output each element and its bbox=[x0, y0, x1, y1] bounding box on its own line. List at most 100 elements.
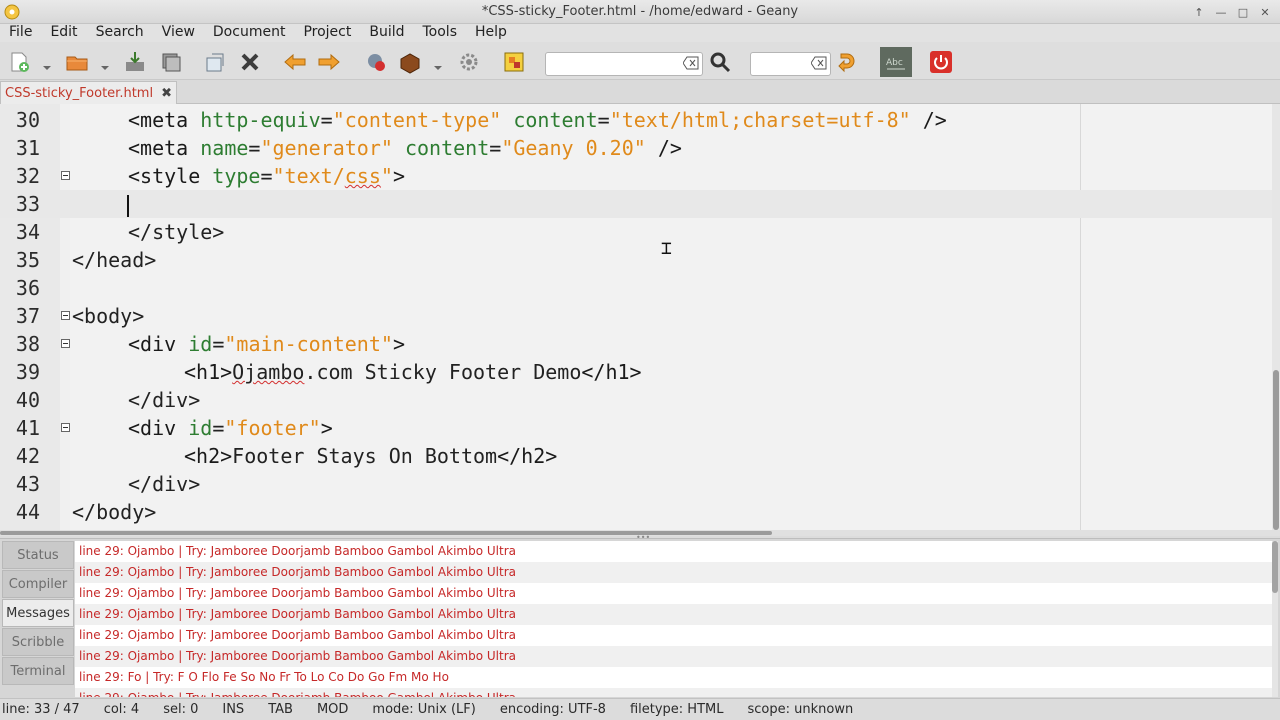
preferences-icon[interactable] bbox=[456, 49, 482, 75]
line-number: 38 bbox=[15, 332, 40, 356]
line-number: 30 bbox=[15, 108, 40, 132]
menu-edit[interactable]: Edit bbox=[41, 24, 86, 42]
line-number: 43 bbox=[15, 472, 40, 496]
list-item[interactable]: line 29: Ojambo | Try: Jamboree Doorjamb… bbox=[75, 541, 1273, 562]
status-line: line: 33 / 47 bbox=[2, 702, 80, 717]
tab-compiler[interactable]: Compiler bbox=[2, 570, 74, 598]
status-mod: MOD bbox=[316, 702, 349, 717]
messages-scroll-thumb[interactable] bbox=[1272, 541, 1278, 593]
code-line: 41 <div id="footer"> bbox=[0, 414, 1280, 442]
code-line: 31 <meta name="generator" content="Geany… bbox=[0, 134, 1280, 162]
editor-vertical-scrollbar[interactable] bbox=[1272, 104, 1280, 530]
document-tab-label[interactable]: CSS-sticky_Footer.html bbox=[5, 86, 153, 101]
editor-scroll-thumb[interactable] bbox=[1273, 370, 1279, 530]
status-scope: scope: unknown bbox=[747, 702, 854, 717]
tab-close-icon[interactable]: ✖ bbox=[161, 86, 172, 101]
tab-scribble[interactable]: Scribble bbox=[2, 628, 74, 656]
status-ins: INS bbox=[222, 702, 245, 717]
close-window-icon[interactable]: ✕ bbox=[1256, 3, 1274, 21]
line-number: 41 bbox=[15, 416, 40, 440]
menu-project[interactable]: Project bbox=[294, 24, 360, 42]
status-bar: line: 33 / 47 col: 4 sel: 0 INS TAB MOD … bbox=[0, 698, 1280, 720]
build-icon[interactable] bbox=[397, 49, 423, 75]
line-number: 31 bbox=[15, 136, 40, 160]
list-item[interactable]: line 29: Ojambo | Try: Jamboree Doorjamb… bbox=[75, 625, 1273, 646]
list-item[interactable]: line 29: Ojambo | Try: Jamboree Doorjamb… bbox=[75, 583, 1273, 604]
minimize-icon[interactable]: — bbox=[1212, 3, 1230, 21]
code-line: 34 </style> bbox=[0, 218, 1280, 246]
editor-hscroll-thumb[interactable] bbox=[0, 531, 772, 535]
save-icon[interactable] bbox=[122, 49, 148, 75]
new-icon[interactable] bbox=[6, 49, 32, 75]
tab-status[interactable]: Status bbox=[2, 541, 74, 569]
line-number: 39 bbox=[15, 360, 40, 384]
list-item[interactable]: line 29: Ojambo | Try: Jamboree Doorjamb… bbox=[75, 562, 1273, 583]
clear-goto-icon[interactable] bbox=[811, 56, 827, 70]
messages-list[interactable]: line 29: Ojambo | Try: Jamboree Doorjamb… bbox=[75, 541, 1273, 697]
color-chooser-icon[interactable] bbox=[501, 49, 527, 75]
code-line: 44 </body> bbox=[0, 498, 1280, 526]
spellcheck-icon[interactable]: Abc bbox=[880, 47, 912, 77]
menu-tools[interactable]: Tools bbox=[414, 24, 467, 42]
line-number: 34 bbox=[15, 220, 40, 244]
menu-build[interactable]: Build bbox=[360, 24, 413, 42]
open-dropdown-icon[interactable] bbox=[100, 58, 110, 70]
geany-window: *CSS-sticky_Footer.html - /home/edward -… bbox=[0, 0, 1280, 720]
code-text: <h1>Ojambo.com Sticky Footer Demo</h1> bbox=[184, 360, 642, 384]
messages-scrollbar[interactable] bbox=[1272, 541, 1278, 697]
code-text: </body> bbox=[72, 500, 157, 524]
list-item[interactable]: line 29: Ojambo | Try: Jamboree Doorjamb… bbox=[75, 604, 1273, 625]
maximize-icon[interactable]: □ bbox=[1234, 3, 1252, 21]
forward-icon[interactable] bbox=[316, 49, 342, 75]
menu-view[interactable]: View bbox=[153, 24, 204, 42]
code-line: 42 <h2>Footer Stays On Bottom</h2> bbox=[0, 442, 1280, 470]
list-item[interactable]: line 29: Ojambo | Try: Jamboree Doorjamb… bbox=[75, 646, 1273, 667]
new-dropdown-icon[interactable] bbox=[42, 58, 52, 70]
menu-file[interactable]: File bbox=[0, 24, 41, 42]
fold-marker-icon[interactable] bbox=[61, 423, 70, 432]
title-bar: *CSS-sticky_Footer.html - /home/edward -… bbox=[0, 0, 1280, 24]
code-text: </style> bbox=[128, 220, 225, 244]
close-file-icon[interactable] bbox=[237, 49, 263, 75]
revert-icon[interactable] bbox=[202, 49, 228, 75]
line-number: 33 bbox=[15, 192, 40, 216]
code-line: 30 <meta http-equiv="content-type" conte… bbox=[0, 106, 1280, 134]
code-editor[interactable]: 30 <meta http-equiv="content-type" conte… bbox=[0, 104, 1280, 530]
code-line: 35 </head> bbox=[0, 246, 1280, 274]
svg-text:Abc: Abc bbox=[886, 58, 903, 68]
line-number: 42 bbox=[15, 444, 40, 468]
line-number: 40 bbox=[15, 388, 40, 412]
build-dropdown-icon[interactable] bbox=[433, 58, 443, 70]
message-panel: Status Compiler Messages Scribble Termin… bbox=[0, 538, 1280, 698]
code-line: 39 <h1>Ojambo.com Sticky Footer Demo</h1… bbox=[0, 358, 1280, 386]
tab-messages[interactable]: Messages bbox=[2, 599, 74, 627]
menu-document[interactable]: Document bbox=[204, 24, 295, 42]
status-mode: mode: Unix (LF) bbox=[372, 702, 476, 717]
document-tab[interactable]: CSS-sticky_Footer.html ✖ bbox=[0, 81, 177, 104]
line-number: 36 bbox=[15, 276, 40, 300]
line-number: 32 bbox=[15, 164, 40, 188]
code-text: </div> bbox=[128, 388, 201, 412]
fold-marker-icon[interactable] bbox=[61, 311, 70, 320]
back-icon[interactable] bbox=[282, 49, 308, 75]
search-input[interactable] bbox=[545, 52, 703, 76]
text-caret bbox=[127, 195, 129, 217]
clear-search-icon[interactable] bbox=[683, 56, 699, 70]
list-item[interactable]: line 29: Fo | Try: F O Flo Fe So No Fr T… bbox=[75, 667, 1273, 688]
status-sel: sel: 0 bbox=[163, 702, 199, 717]
open-icon[interactable] bbox=[64, 49, 90, 75]
tab-terminal[interactable]: Terminal bbox=[2, 657, 74, 685]
save-all-icon[interactable] bbox=[158, 49, 184, 75]
compile-icon[interactable] bbox=[363, 49, 389, 75]
code-text: <div id="main-content"> bbox=[128, 332, 405, 356]
list-item[interactable]: line 29: Ojambo | Try: Jamboree Doorjamb… bbox=[75, 688, 1273, 697]
fold-marker-icon[interactable] bbox=[61, 339, 70, 348]
menu-search[interactable]: Search bbox=[87, 24, 153, 42]
menu-help[interactable]: Help bbox=[466, 24, 516, 42]
scroll-up-icon[interactable]: ↑ bbox=[1190, 3, 1208, 21]
fold-marker-icon[interactable] bbox=[61, 171, 70, 180]
panel-tabs: Status Compiler Messages Scribble Termin… bbox=[2, 541, 74, 686]
goto-line-icon[interactable] bbox=[835, 49, 861, 75]
quit-icon[interactable] bbox=[928, 49, 954, 75]
find-icon[interactable] bbox=[707, 49, 733, 75]
